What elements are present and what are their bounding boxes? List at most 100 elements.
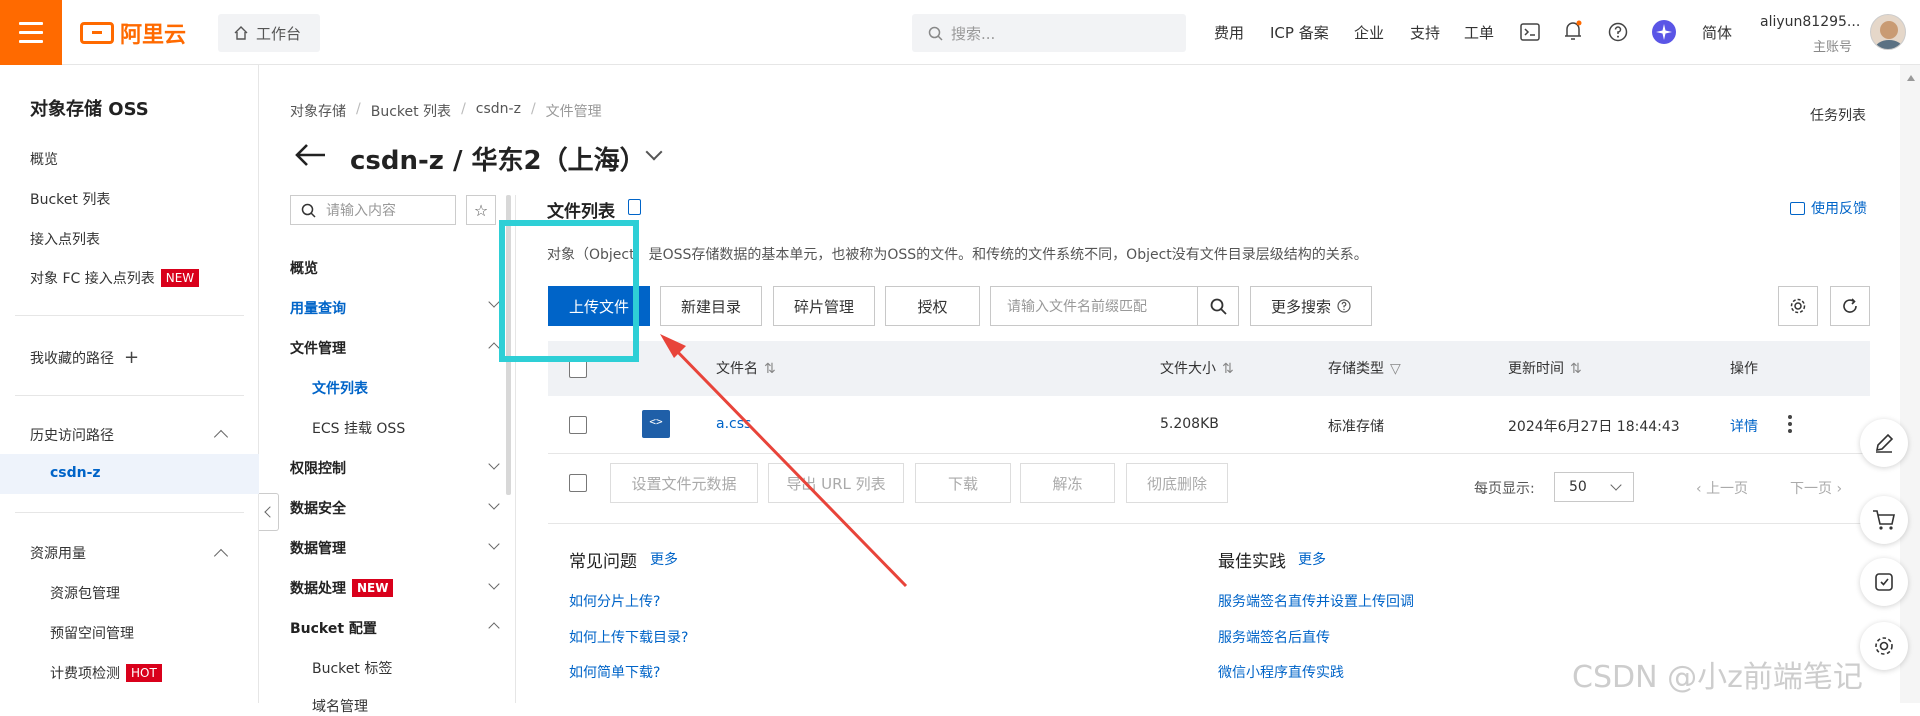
restore-button[interactable]: 解冻 [1020,463,1115,503]
filter-icon[interactable]: ▽ [1390,361,1401,377]
breadcrumb-item[interactable]: 对象存储 [290,101,346,121]
sidebar-item-history[interactable]: 历史访问路径 [30,425,114,445]
per-page-select[interactable]: 50 [1554,472,1634,502]
column-header-storage[interactable]: 存储类型 ▽ [1328,358,1401,378]
task-list-link[interactable]: 任务列表 [1810,105,1866,125]
nav-data-processing[interactable]: 数据处理 NEW [290,578,394,598]
nav-bucket-config[interactable]: Bucket 配置 [290,618,377,638]
annotation-arrow [660,334,908,588]
nav-enterprise[interactable]: 企业 [1354,22,1384,43]
more-actions-icon[interactable] [1788,415,1792,433]
best-practice-link[interactable]: 服务端签名直传并设置上传回调 [1218,591,1414,611]
nav-ecs-mount[interactable]: ECS 挂载 OSS [312,418,405,438]
aliyun-logo[interactable]: 阿里云 [80,18,186,48]
nav-permission[interactable]: 权限控制 [290,458,346,478]
nav-ticket[interactable]: 工单 [1464,22,1494,43]
tools-button[interactable] [1860,622,1908,670]
sidebar-item-overview[interactable]: 概览 [30,149,58,169]
prev-page-button[interactable]: ‹ 上一页 [1696,478,1748,498]
chevron-up-icon[interactable] [488,342,500,354]
sort-icon[interactable]: ⇅ [1570,361,1582,377]
sort-icon[interactable]: ⇅ [1222,361,1234,377]
home-icon [234,26,248,40]
nav-data-management[interactable]: 数据管理 [290,538,346,558]
next-page-button[interactable]: 下一页 › [1790,478,1842,498]
best-practice-link[interactable]: 服务端签名后直传 [1218,627,1330,647]
chevron-down-icon[interactable] [645,143,663,161]
edit-button[interactable] [1860,419,1908,467]
nav-data-security[interactable]: 数据安全 [290,498,346,518]
nav-usage[interactable]: 用量查询 [290,298,346,318]
nav-icp[interactable]: ICP 备案 [1270,22,1329,43]
permanent-delete-button[interactable]: 彻底删除 [1126,463,1228,503]
best-practice-more-link[interactable]: 更多 [1298,549,1326,569]
chevron-up-icon[interactable] [213,429,229,445]
sidebar-collapse-handle[interactable] [259,493,279,531]
annotation-highlight-box [499,220,639,362]
column-storage-label: 存储类型 [1328,361,1384,377]
next-page-label: 下一页 [1790,481,1832,497]
search-placeholder: 搜索... [951,24,996,43]
nav-bucket-tag[interactable]: Bucket 标签 [312,658,392,678]
nav-file-list[interactable]: 文件列表 [312,378,368,398]
breadcrumb-item[interactable]: csdn-z [476,101,521,121]
back-arrow-icon[interactable] [292,140,328,170]
workspace-button[interactable]: 工作台 [218,14,320,52]
sidebar-item-bucket-list[interactable]: Bucket 列表 [30,189,110,209]
terminal-icon[interactable] [1520,23,1540,41]
file-detail-link[interactable]: 详情 [1730,416,1758,436]
cart-button[interactable] [1860,496,1908,544]
clipboard-icon[interactable] [628,199,641,215]
notification-bell-icon[interactable] [1564,20,1582,42]
menu-icon[interactable] [0,0,62,65]
faq-link[interactable]: 如何上传下载目录? [569,627,688,647]
chevron-up-icon[interactable] [213,548,229,564]
prefix-search-button[interactable] [1197,286,1239,326]
sidebar-item-access-points[interactable]: 接入点列表 [30,229,100,249]
feedback-link[interactable]: 使用反馈 [1790,198,1867,218]
settings-button[interactable] [1778,286,1818,326]
bulk-select-checkbox[interactable] [569,474,587,492]
language-switch[interactable]: 简体 [1702,22,1732,43]
nav-support[interactable]: 支持 [1410,22,1440,43]
ai-assistant-icon[interactable] [1652,20,1676,44]
chevron-down-icon[interactable] [488,538,500,550]
sidebar-item-favorites[interactable]: 我收藏的路径 + [30,347,139,368]
nav-search-input[interactable]: 请输入内容 [290,195,456,225]
refresh-button[interactable] [1830,286,1870,326]
chevron-down-icon[interactable] [488,498,500,510]
nav-cut-off-item[interactable]: 域名管理 [312,696,368,716]
best-practice-link[interactable]: 微信小程序直传实践 [1218,662,1344,682]
help-icon[interactable] [1608,22,1628,42]
user-name[interactable]: aliyun81295... [1760,14,1860,30]
avatar[interactable] [1870,14,1906,50]
sidebar-item-resources[interactable]: 资源用量 [30,543,86,563]
nav-overview[interactable]: 概览 [290,258,318,278]
chevron-down-icon[interactable] [488,458,500,470]
column-header-size[interactable]: 文件大小 ⇅ [1160,358,1234,378]
sidebar-item-billing-check[interactable]: 计费项检测 HOT [50,663,162,683]
sidebar-item-reserved-space[interactable]: 预留空间管理 [50,623,134,643]
file-prefix-search-input[interactable]: 请输入文件名前缀匹配 [990,286,1198,326]
sidebar-item-fc-access-points[interactable]: 对象 FC 接入点列表 NEW [30,268,200,288]
download-button[interactable]: 下载 [915,463,1011,503]
select-all-checkbox[interactable] [569,360,587,378]
plus-icon[interactable]: + [124,347,139,368]
nav-file-management[interactable]: 文件管理 [290,338,346,358]
column-updated-label: 更新时间 [1508,361,1564,377]
chevron-down-icon[interactable] [488,578,500,590]
breadcrumb-item[interactable]: Bucket 列表 [371,101,451,121]
global-search-input[interactable]: 搜索... [912,14,1186,52]
column-header-updated[interactable]: 更新时间 ⇅ [1508,358,1582,378]
sidebar-item-history-csdn-z[interactable]: csdn-z [50,465,101,481]
star-icon[interactable]: ☆ [466,195,496,225]
row-checkbox[interactable] [569,416,587,434]
faq-link[interactable]: 如何简单下载? [569,662,660,682]
page-scrollbar[interactable] [1900,65,1920,703]
chevron-up-icon[interactable] [488,622,500,634]
nav-billing[interactable]: 费用 [1214,22,1244,43]
more-search-button[interactable]: 更多搜索 [1250,286,1372,326]
service-button[interactable] [1860,558,1908,606]
sidebar-item-resource-packages[interactable]: 资源包管理 [50,583,120,603]
chevron-down-icon[interactable] [488,296,500,308]
